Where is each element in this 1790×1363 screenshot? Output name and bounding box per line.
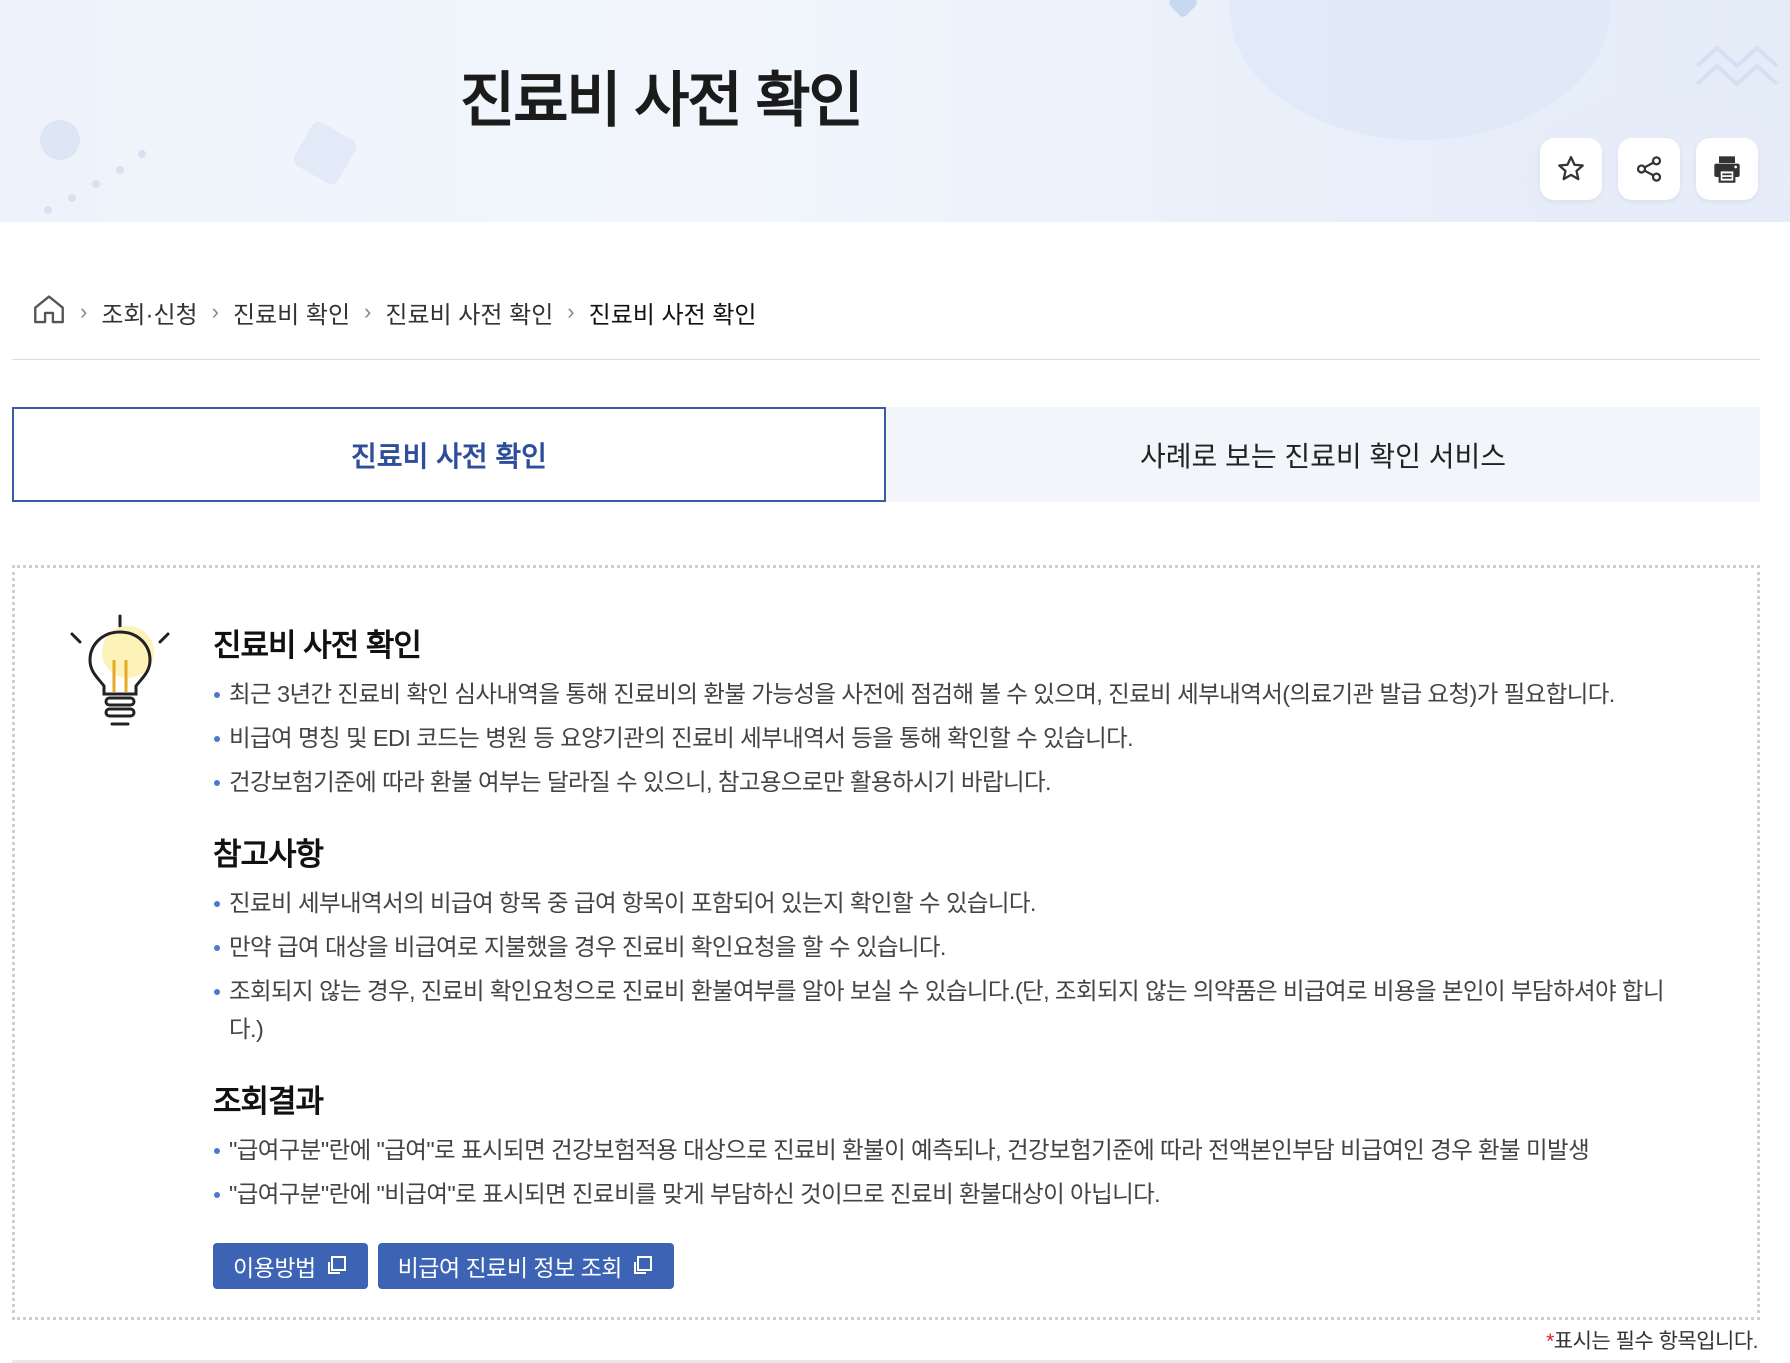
button-label: 이용방법 (233, 1255, 316, 1281)
new-window-icon (633, 1256, 652, 1274)
how-to-use-button[interactable]: 이용방법 (213, 1243, 368, 1289)
bullet-list: 진료비 세부내역서의 비급여 항목 중 급여 항목이 포함되어 있는지 확인할 … (213, 884, 1683, 1048)
breadcrumb-home[interactable] (32, 293, 66, 332)
breadcrumb-item[interactable]: 진료비 확인 (233, 295, 350, 330)
share-button[interactable] (1618, 138, 1680, 200)
section-title: 조회결과 (213, 1084, 324, 1119)
button-row: 이용방법 비급여 진료비 정보 조회 (213, 1243, 1683, 1289)
chevron-right-icon: › (80, 299, 88, 324)
section-title: 참고사항 (213, 837, 324, 872)
background-dot (44, 206, 52, 214)
section-pre-check: 진료비 사전 확인 최근 3년간 진료비 확인 심사내역을 통해 진료비의 환불… (213, 620, 1683, 801)
breadcrumb-current[interactable]: 진료비 사전 확인 (589, 295, 757, 330)
list-item: 진료비 세부내역서의 비급여 항목 중 급여 항목이 포함되어 있는지 확인할 … (213, 884, 1683, 922)
list-item: 건강보험기준에 따라 환불 여부는 달라질 수 있으니, 참고용으로만 활용하시… (213, 763, 1683, 801)
divider (12, 359, 1760, 360)
chevron-right-icon: › (567, 299, 575, 324)
list-item: "급여구분"란에 "급여"로 표시되면 건강보험적용 대상으로 진료비 환불이 … (213, 1131, 1683, 1169)
lightbulb-icon (70, 614, 170, 726)
zigzag-decoration (1695, 45, 1779, 87)
background-shape (1167, 0, 1199, 19)
bullet-list: "급여구분"란에 "급여"로 표시되면 건강보험적용 대상으로 진료비 환불이 … (213, 1131, 1683, 1213)
section-results: 조회결과 "급여구분"란에 "급여"로 표시되면 건강보험적용 대상으로 진료비… (213, 1076, 1683, 1213)
background-dot (116, 166, 124, 174)
background-shape (40, 120, 80, 160)
print-button[interactable] (1696, 138, 1758, 200)
background-shape (290, 118, 360, 188)
favorite-button[interactable] (1540, 138, 1602, 200)
breadcrumb-item[interactable]: 진료비 사전 확인 (385, 295, 553, 330)
required-star: * (1546, 1330, 1554, 1353)
list-item: "급여구분"란에 "비급여"로 표시되면 진료비를 맞게 부담하신 것이므로 진… (213, 1175, 1683, 1213)
breadcrumb: › 조회·신청 › 진료비 확인 › 진료비 사전 확인 › 진료비 사전 확인 (32, 290, 757, 334)
list-item: 만약 급여 대상을 비급여로 지불했을 경우 진료비 확인요청을 할 수 있습니… (213, 928, 1683, 966)
page-header: 진료비 사전 확인 (0, 0, 1790, 222)
list-item: 비급여 명칭 및 EDI 코드는 병원 등 요양기관의 진료비 세부내역서 등을… (213, 719, 1683, 757)
non-covered-fee-lookup-button[interactable]: 비급여 진료비 정보 조회 (377, 1243, 674, 1289)
new-window-icon (327, 1256, 346, 1274)
star-icon (1558, 156, 1584, 181)
required-note: *표시는 필수 항목입니다. (1546, 1325, 1758, 1355)
background-shape (1230, 0, 1610, 140)
background-dot (68, 194, 76, 202)
home-icon (34, 294, 64, 323)
tab-pre-check[interactable]: 진료비 사전 확인 (12, 407, 886, 502)
list-item: 최근 3년간 진료비 확인 심사내역을 통해 진료비의 환불 가능성을 사전에 … (213, 675, 1683, 713)
background-dot (92, 180, 100, 188)
printer-icon (1714, 156, 1740, 183)
page-title: 진료비 사전 확인 (460, 67, 864, 134)
breadcrumb-item[interactable]: 조회·신청 (101, 295, 197, 330)
share-icon (1636, 156, 1662, 182)
required-text: 표시는 필수 항목입니다. (1553, 1330, 1759, 1353)
section-title: 진료비 사전 확인 (213, 628, 422, 663)
section-notes: 참고사항 진료비 세부내역서의 비급여 항목 중 급여 항목이 포함되어 있는지… (213, 829, 1683, 1048)
chevron-right-icon: › (211, 299, 219, 324)
tab-case-examples[interactable]: 사례로 보는 진료비 확인 서비스 (886, 407, 1760, 502)
button-label: 비급여 진료비 정보 조회 (397, 1255, 623, 1281)
background-dot (138, 150, 146, 158)
chevron-right-icon: › (364, 299, 372, 324)
list-item: 조회되지 않는 경우, 진료비 확인요청으로 진료비 환불여부를 알아 보실 수… (213, 972, 1683, 1048)
info-content: 진료비 사전 확인 최근 3년간 진료비 확인 심사내역을 통해 진료비의 환불… (213, 620, 1683, 1289)
bullet-list: 최근 3년간 진료비 확인 심사내역을 통해 진료비의 환불 가능성을 사전에 … (213, 675, 1683, 801)
